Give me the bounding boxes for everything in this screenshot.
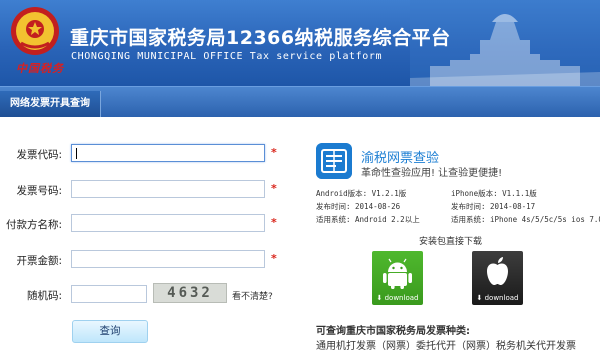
tax-emblem-icon <box>11 7 59 55</box>
android-robot-icon <box>383 258 412 289</box>
invoice-amount-required-mark: * <box>271 252 277 265</box>
text-caret <box>76 148 77 159</box>
app-slogan: 革命性查验应用! 让查验更便捷! <box>361 168 503 179</box>
iphone-version: iPhone版本: V1.1.1版 <box>451 189 537 198</box>
invoice-types-text: 通用机打发票（网票）委托代开（网票）税务机关代开发票 <box>316 341 576 352</box>
site-header: 中国税务 重庆市国家税务局12366纳税服务综合平台 CHONGQING MUN… <box>0 0 600 86</box>
download-heading: 安装包直接下载 <box>419 237 483 247</box>
captcha-refresh-link[interactable]: 看不清楚? <box>232 289 273 302</box>
android-version: Android版本: V1.2.1版 <box>316 189 407 198</box>
apple-download-label: ⬇ download <box>476 294 519 302</box>
site-title: 重庆市国家税务局12366纳税服务综合平台 <box>70 27 451 49</box>
invoice-amount-input[interactable] <box>71 250 265 268</box>
tax-logo-text: 中国税务 <box>16 62 64 75</box>
payer-name-required-mark: * <box>271 216 277 229</box>
nav-bar: 网络发票开具查询 <box>0 86 600 117</box>
payer-name-label: 付款方名称: <box>5 219 62 231</box>
site-subtitle: CHONGQING MUNICIPAL OFFICE Tax service p… <box>71 51 383 62</box>
invoice-code-required-mark: * <box>271 146 277 159</box>
tab-invoice-query[interactable]: 网络发票开具查询 <box>0 91 101 117</box>
android-system: 适用系统: Android 2.2以上 <box>316 215 420 224</box>
android-release-date: 发布时间: 2014-08-26 <box>316 202 401 211</box>
captcha-label: 随机码: <box>26 290 62 302</box>
tax-app-icon[interactable] <box>316 143 352 179</box>
invoice-types-title: 可查询重庆市国家税务局发票种类: <box>316 326 470 337</box>
captcha-input[interactable] <box>71 285 147 303</box>
invoice-number-input[interactable] <box>71 180 265 198</box>
invoice-code-input[interactable] <box>71 144 265 162</box>
payer-name-input[interactable] <box>71 214 265 232</box>
query-button[interactable]: 查询 <box>72 320 148 343</box>
invoice-number-label: 发票号码: <box>16 185 62 197</box>
invoice-code-label: 发票代码: <box>16 149 62 161</box>
android-download-label: ⬇ download <box>376 294 419 302</box>
invoice-amount-label: 开票金额: <box>16 255 62 267</box>
captcha-image[interactable]: 4632 <box>153 283 227 303</box>
apple-download-button[interactable]: ⬇ download <box>472 251 523 305</box>
invoice-number-required-mark: * <box>271 182 277 195</box>
apple-logo-icon <box>487 257 508 285</box>
android-download-button[interactable]: ⬇ download <box>372 251 423 305</box>
iphone-system: 适用系统: iPhone 4s/5/5c/5s ios 7.0 <box>451 215 600 224</box>
iphone-release-date: 发布时间: 2014-08-17 <box>451 202 536 211</box>
